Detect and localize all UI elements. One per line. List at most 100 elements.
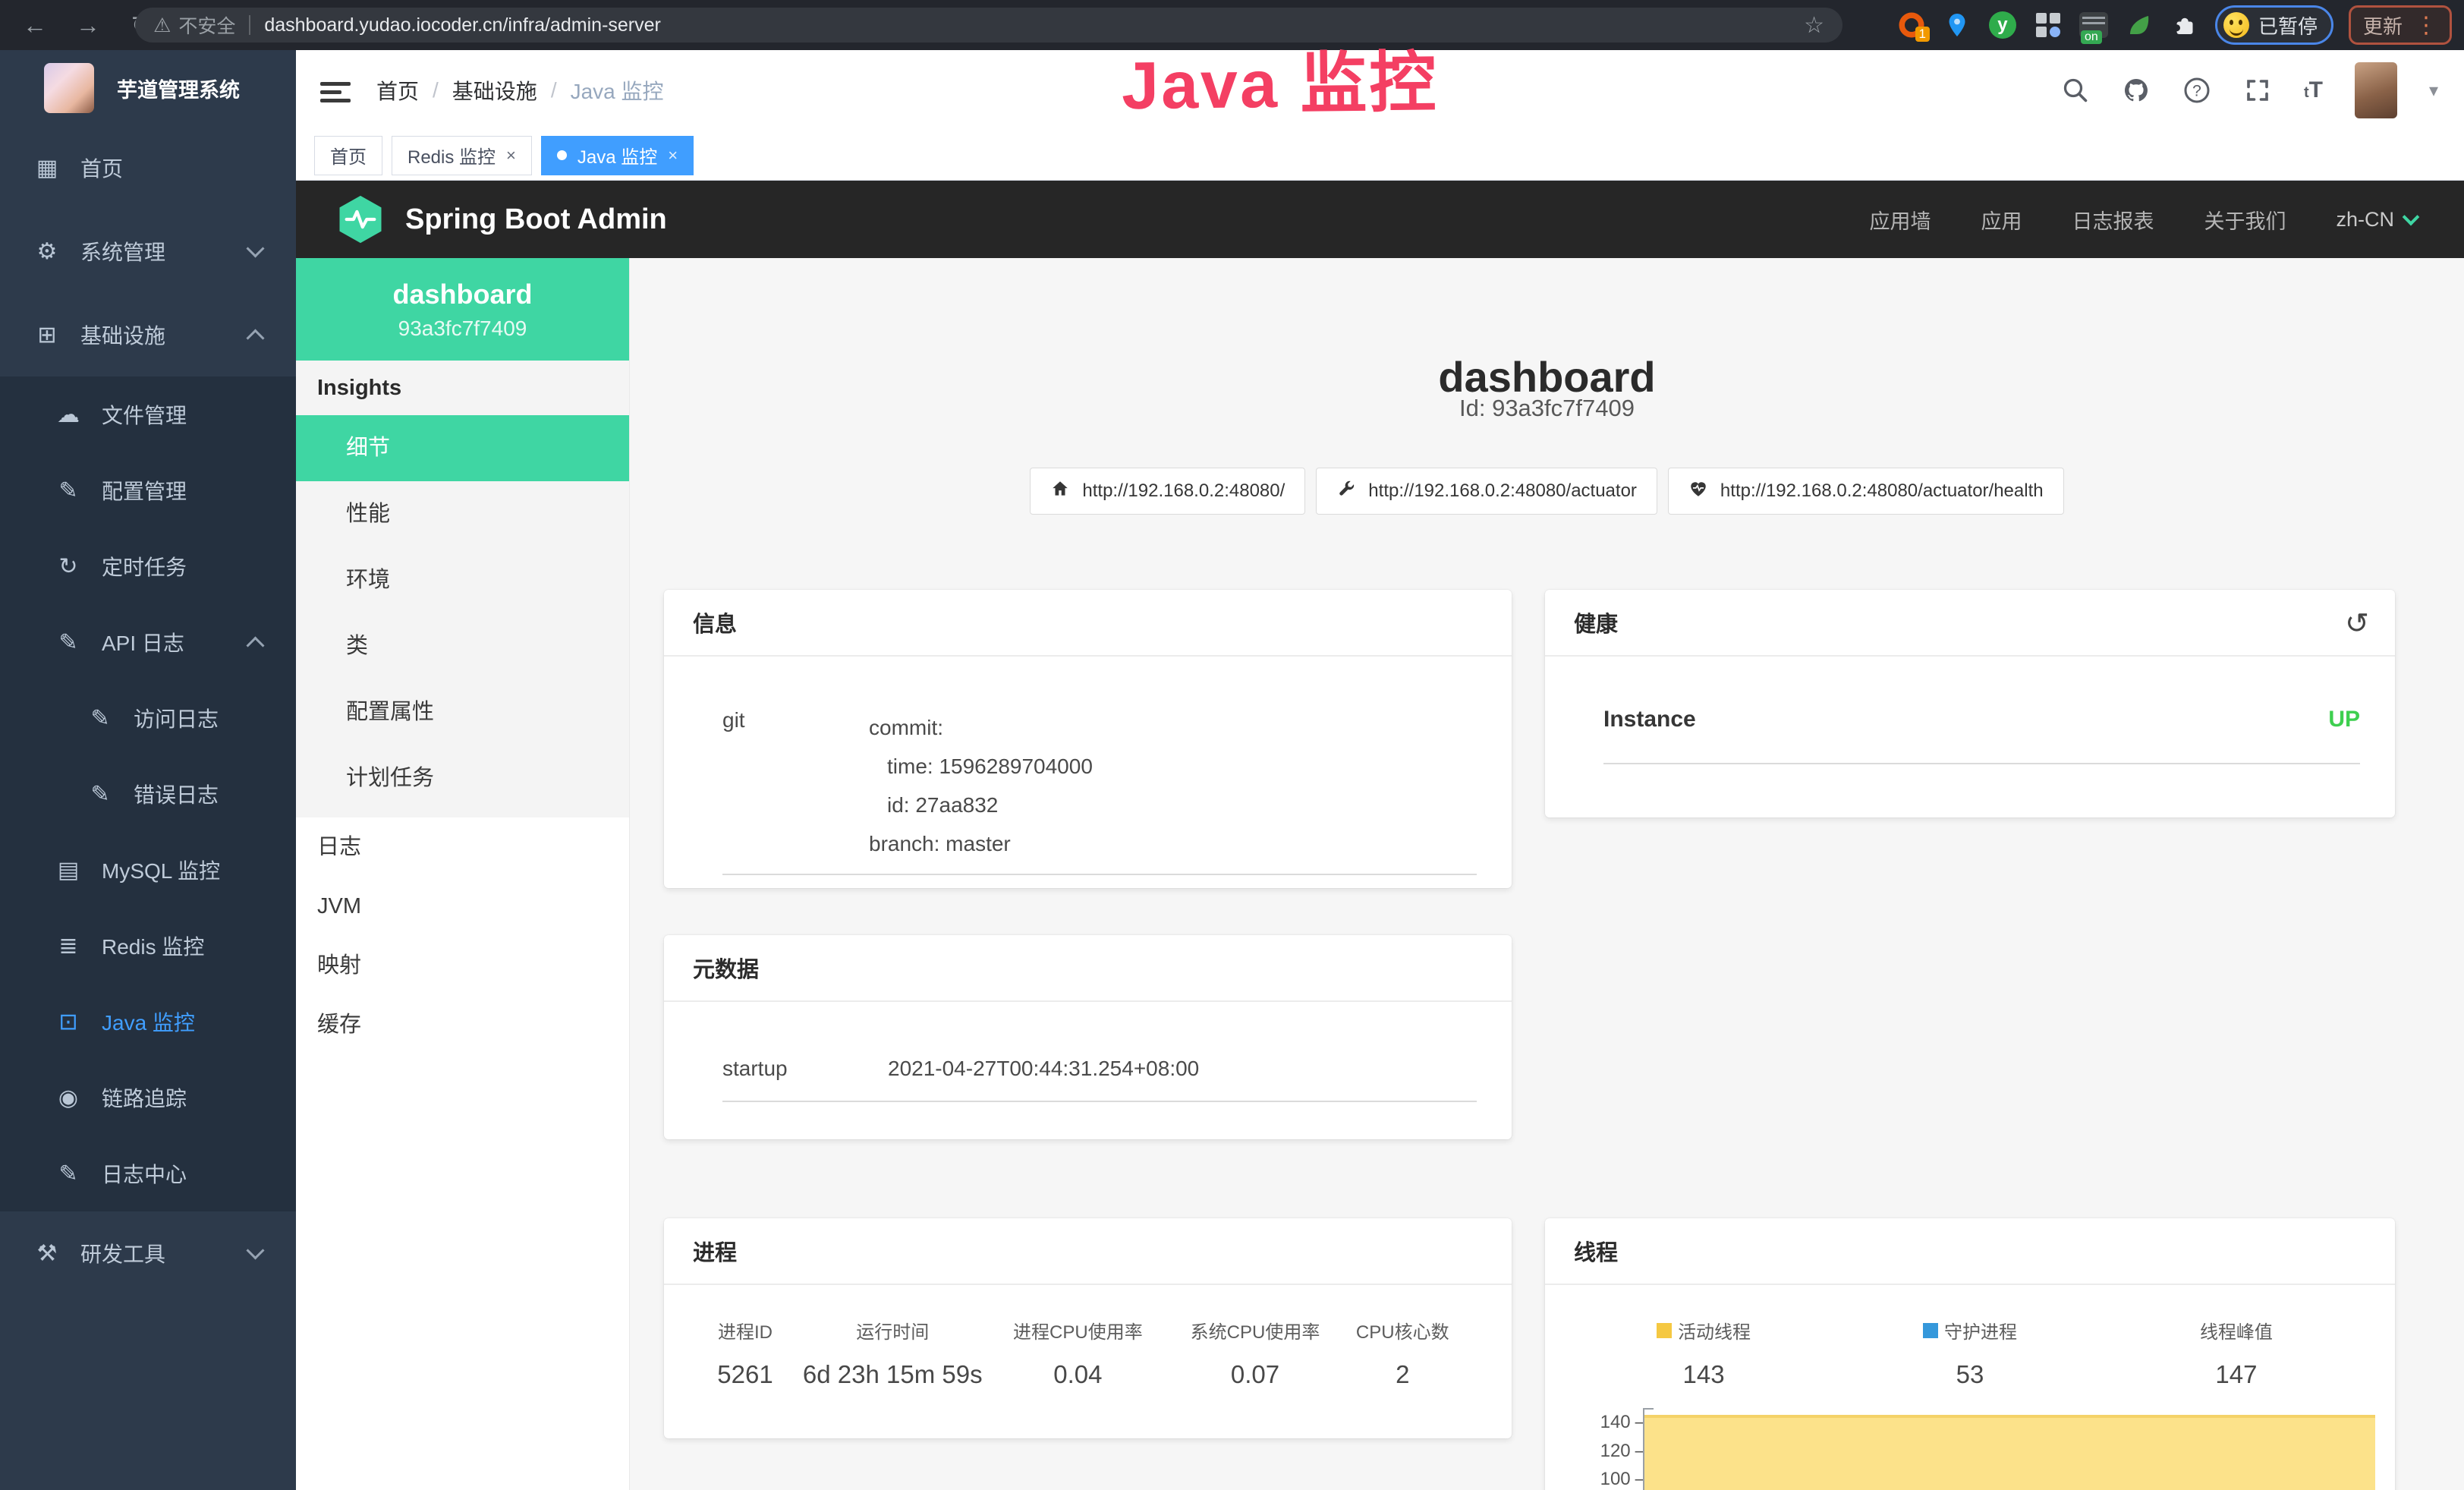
sba-menu-环境[interactable]: 环境 (296, 547, 629, 613)
github-icon[interactable] (2122, 76, 2151, 105)
sba-nav-日志报表[interactable]: 日志报表 (2072, 205, 2154, 235)
bookmark-star-icon[interactable]: ☆ (1804, 12, 1824, 39)
instance-link-button[interactable]: http://192.168.0.2:48080/ (1030, 468, 1305, 515)
browser-menu-icon[interactable]: ⋮ (2415, 12, 2437, 39)
puzzle-extensions-icon[interactable] (2170, 10, 2200, 40)
sba-sidebar: dashboard 93a3fc7f7409 Insights 细节性能环境类配… (296, 258, 630, 1490)
page-title: dashboard (630, 352, 2464, 402)
sidebar-item-基础设施[interactable]: ⊞基础设施 (0, 293, 296, 376)
breadcrumb-item[interactable]: Java 监控 (571, 75, 664, 106)
sba-nav: 应用墙 应用 日志报表 关于我们 zh-CN (1869, 205, 2415, 235)
user-avatar[interactable] (2355, 62, 2397, 118)
java-monitor-icon: ⊡ (53, 1009, 83, 1035)
tab-Redis-监控[interactable]: Redis 监控× (392, 136, 532, 175)
profile-paused-badge[interactable]: 已暂停 (2215, 5, 2333, 45)
close-icon[interactable]: × (668, 146, 678, 165)
security-label[interactable]: 不安全 (178, 11, 235, 39)
stat-label: 守护进程 (1837, 1317, 2104, 1344)
process-stat-系统CPU使用率: 系统CPU使用率0.07 (1172, 1317, 1339, 1389)
font-size-icon[interactable]: tT (2304, 77, 2323, 103)
sidebar-item-label: Redis 监控 (102, 931, 204, 961)
history-icon[interactable]: ↺ (2345, 606, 2369, 641)
browser-update-button[interactable]: 更新 ⋮ (2349, 5, 2452, 45)
sba-menu-类[interactable]: 类 (296, 613, 629, 679)
process-stats-row: 进程ID5261运行时间6d 23h 15m 59s进程CPU使用率0.04系统… (690, 1317, 1487, 1389)
sidebar-item-研发工具[interactable]: ⚒研发工具 (0, 1211, 296, 1295)
info-git-row: git commit:time: 1596289704000id: 27aa83… (722, 708, 1477, 875)
hamburger-icon[interactable] (320, 77, 351, 103)
instance-name: dashboard (392, 279, 532, 310)
chevron-down-icon (249, 1253, 261, 1265)
search-icon[interactable] (2061, 76, 2090, 105)
tab-Java-监控[interactable]: Java 监控× (541, 136, 694, 175)
svg-text:?: ? (2192, 83, 2201, 100)
process-card-title: 进程 (664, 1218, 1512, 1285)
grid-extension-icon[interactable] (2033, 10, 2063, 40)
fullscreen-icon[interactable] (2243, 76, 2272, 105)
sba-menu-细节[interactable]: 细节 (296, 415, 629, 481)
sidebar-item-访问日志[interactable]: ✎访问日志 (0, 680, 296, 756)
switch-extension-icon[interactable]: on (2079, 10, 2109, 40)
extension-badge: 1 (1915, 27, 1930, 42)
sidebar-item-label: API 日志 (102, 627, 184, 657)
sba-menu-日志[interactable]: 日志 (296, 817, 629, 877)
dashboard-icon: ▦ (32, 155, 62, 181)
back-icon[interactable]: ← (20, 11, 50, 39)
address-bar[interactable]: ⚠ 不安全 dashboard.yudao.iocoder.cn/infra/a… (135, 8, 1842, 43)
stat-label: 进程CPU使用率 (984, 1317, 1172, 1344)
pin-extension-icon[interactable] (1942, 10, 1972, 40)
stat-label-text: 活动线程 (1678, 1317, 1751, 1344)
sidebar-item-首页[interactable]: ▦首页 (0, 126, 296, 209)
home-icon (1050, 479, 1070, 504)
url-text[interactable]: dashboard.yudao.iocoder.cn/infra/admin-s… (264, 14, 661, 36)
sidebar-item-错误日志[interactable]: ✎错误日志 (0, 756, 296, 832)
annotation-java-monitor: Java 监控 (1121, 29, 1439, 128)
metadata-startup-row: startup 2021-04-27T00:44:31.254+08:00 (722, 1057, 1477, 1102)
sidebar-item-API-日志[interactable]: ✎API 日志 (0, 604, 296, 680)
caret-down-icon[interactable]: ▾ (2429, 80, 2438, 102)
forward-icon[interactable]: → (73, 11, 103, 39)
sba-menu-计划任务[interactable]: 计划任务 (296, 745, 629, 811)
leaf-extension-icon[interactable] (2124, 10, 2154, 40)
sba-menu-映射[interactable]: 映射 (296, 936, 629, 995)
sidebar-item-配置管理[interactable]: ✎配置管理 (0, 452, 296, 528)
sidebar-item-系统管理[interactable]: ⚙系统管理 (0, 209, 296, 293)
sba-menu-缓存[interactable]: 缓存 (296, 995, 629, 1054)
sidebar-item-链路追踪[interactable]: ◉链路追踪 (0, 1060, 296, 1136)
process-stat-CPU核心数: CPU核心数2 (1339, 1317, 1466, 1389)
sidebar-item-日志中心[interactable]: ✎日志中心 (0, 1136, 296, 1211)
sba-nav-关于我们[interactable]: 关于我们 (2204, 205, 2286, 235)
breadcrumb-separator: / (433, 78, 439, 102)
sba-menu-性能[interactable]: 性能 (296, 481, 629, 547)
sba-menu-JVM[interactable]: JVM (296, 877, 629, 936)
chevron-up-icon (249, 335, 261, 347)
help-icon[interactable]: ? (2182, 76, 2211, 105)
spring-boot-admin-logo[interactable] (335, 194, 385, 244)
sidebar-item-定时任务[interactable]: ↻定时任务 (0, 528, 296, 604)
sba-brand-title[interactable]: Spring Boot Admin (405, 203, 667, 236)
instance-header[interactable]: dashboard 93a3fc7f7409 (296, 258, 629, 361)
locale-selector[interactable]: zh-CN (2336, 208, 2415, 232)
sba-nav-应用[interactable]: 应用 (1981, 205, 2022, 235)
colorpicker-extension-icon[interactable]: 1 (1896, 10, 1927, 40)
database-icon: ▤ (53, 857, 83, 884)
status-badge: UP (2328, 707, 2360, 732)
admin-logo-row[interactable]: 芋道管理系统 (0, 50, 296, 126)
chevron-down-icon (2405, 211, 2415, 222)
sidebar-item-Redis-监控[interactable]: ≣Redis 监控 (0, 908, 296, 984)
sba-nav-应用墙[interactable]: 应用墙 (1869, 205, 1931, 235)
instance-link-button[interactable]: http://192.168.0.2:48080/actuator (1316, 468, 1657, 515)
close-icon[interactable]: × (506, 146, 516, 165)
sidebar-item-MySQL-监控[interactable]: ▤ MySQL 监控 (0, 832, 296, 908)
info-row-label: git (722, 708, 869, 863)
breadcrumb-item[interactable]: 首页 (376, 75, 419, 106)
instance-link-url: http://192.168.0.2:48080/actuator (1368, 480, 1637, 502)
instance-link-button[interactable]: http://192.168.0.2:48080/actuator/health (1668, 468, 2064, 515)
y-extension-icon[interactable]: y (1987, 10, 2018, 40)
sidebar-item-文件管理[interactable]: ☁文件管理 (0, 376, 296, 452)
sidebar-item-label: MySQL 监控 (102, 855, 220, 885)
tab-首页[interactable]: 首页 (314, 136, 382, 175)
sba-menu-配置属性[interactable]: 配置属性 (296, 679, 629, 745)
sidebar-item-Java-监控[interactable]: ⊡Java 监控 (0, 984, 296, 1060)
breadcrumb-item[interactable]: 基础设施 (452, 75, 537, 106)
